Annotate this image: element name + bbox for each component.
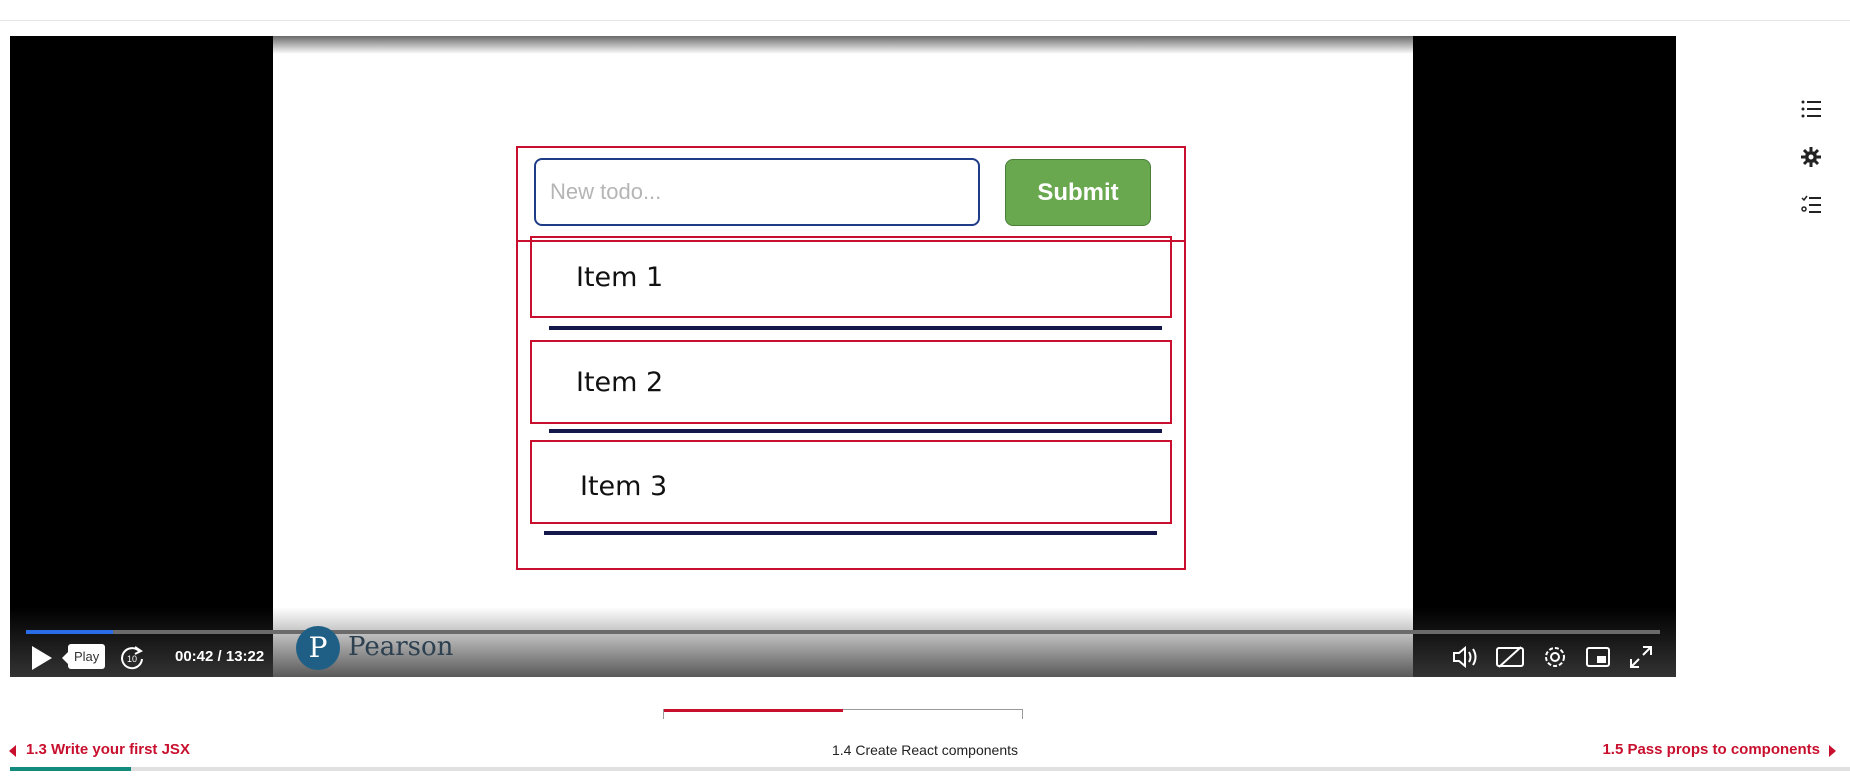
settings-icon[interactable] [1542, 644, 1568, 670]
current-lesson-title: 1.4 Create React components [832, 742, 1018, 758]
slide-top-shade [273, 36, 1413, 54]
play-tooltip: Play [61, 644, 106, 669]
next-lesson-link[interactable]: 1.5 Pass props to components [1602, 741, 1820, 758]
header-divider [0, 20, 1850, 21]
controls-bar [10, 607, 1676, 677]
video-slide: New todo... Submit Item 1 Item 2 Item 3 [273, 36, 1413, 677]
volume-icon[interactable] [1451, 643, 1481, 671]
play-icon[interactable] [32, 646, 52, 670]
item-1-label: Item 1 [576, 262, 664, 293]
lesson-tab-inactive[interactable] [843, 709, 1023, 710]
item-2-label: Item 2 [576, 367, 664, 398]
item-3-label: Item 3 [580, 471, 668, 502]
checklist-icon[interactable] [1800, 194, 1822, 216]
item-2-underline [549, 429, 1162, 433]
skip-seconds-label: 10 [127, 654, 137, 664]
pearson-logo: P [296, 626, 340, 670]
item-1-underline [549, 326, 1162, 330]
gear-icon[interactable] [1800, 146, 1822, 168]
time-readout: 00:42 / 13:22 [175, 648, 265, 665]
seek-bar[interactable] [26, 630, 1660, 634]
video-player[interactable]: New todo... Submit Item 1 Item 2 Item 3 … [10, 36, 1676, 677]
course-progress-fill [10, 767, 132, 771]
fullscreen-icon[interactable] [1628, 644, 1654, 670]
new-todo-input: New todo... [534, 158, 980, 226]
tab-tick-left [663, 709, 664, 719]
submit-button: Submit [1005, 159, 1151, 226]
course-progress-bar [10, 767, 1850, 771]
skip-forward-icon[interactable]: 10 [117, 643, 147, 673]
tab-tick-right [1022, 709, 1023, 719]
seek-bar-played [26, 630, 113, 634]
list-icon[interactable] [1800, 98, 1822, 120]
item-3-underline [544, 531, 1157, 535]
next-arrow-icon [1829, 745, 1836, 757]
pearson-wordmark: Pearson [348, 632, 454, 662]
picture-in-picture-icon[interactable] [1585, 645, 1611, 669]
lesson-tab-active[interactable] [663, 709, 843, 712]
captions-off-icon[interactable] [1495, 644, 1525, 670]
